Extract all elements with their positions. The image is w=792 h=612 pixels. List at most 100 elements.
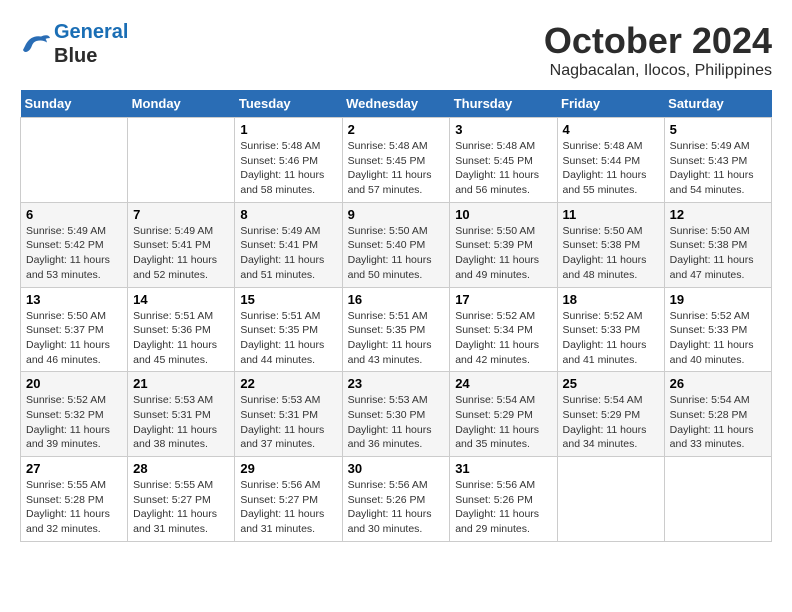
day-cell: 25 Sunrise: 5:54 AMSunset: 5:29 PMDayligh… <box>557 372 664 457</box>
day-number: 22 <box>240 376 336 391</box>
day-cell <box>21 118 128 203</box>
day-detail: Sunrise: 5:52 AMSunset: 5:33 PMDaylight:… <box>670 309 766 368</box>
day-cell: 9Sunrise: 5:50 AMSunset: 5:40 PMDaylight… <box>342 202 450 287</box>
day-cell: 5 Sunrise: 5:49 AMSunset: 5:43 PMDaylight… <box>664 118 771 203</box>
day-cell: 26 Sunrise: 5:54 AMSunset: 5:28 PMDayligh… <box>664 372 771 457</box>
day-number: 21 <box>133 376 229 391</box>
day-detail: Sunrise: 5:49 AMSunset: 5:41 PMDaylight:… <box>133 224 229 283</box>
day-number: 14 <box>133 292 229 307</box>
day-cell: 1 Sunrise: 5:48 AMSunset: 5:46 PMDaylight… <box>235 118 342 203</box>
day-number: 19 <box>670 292 766 307</box>
week-row-5: 27 Sunrise: 5:55 AMSunset: 5:28 PMDayligh… <box>21 457 772 542</box>
day-detail: Sunrise: 5:52 AMSunset: 5:32 PMDaylight:… <box>26 393 122 452</box>
day-number: 12 <box>670 207 766 222</box>
day-cell <box>557 457 664 542</box>
day-number: 18 <box>563 292 659 307</box>
day-number: 16 <box>348 292 445 307</box>
col-header-saturday: Saturday <box>664 90 771 118</box>
day-cell: 3 Sunrise: 5:48 AMSunset: 5:45 PMDaylight… <box>450 118 557 203</box>
day-cell: 18Sunrise: 5:52 AMSunset: 5:33 PMDayligh… <box>557 287 664 372</box>
day-number: 5 <box>670 122 766 137</box>
day-cell: 2Sunrise: 5:48 AMSunset: 5:45 PMDaylight… <box>342 118 450 203</box>
day-detail: Sunrise: 5:54 AMSunset: 5:29 PMDaylight:… <box>563 393 659 452</box>
day-detail: Sunrise: 5:48 AMSunset: 5:46 PMDaylight:… <box>240 139 336 198</box>
day-number: 1 <box>240 122 336 137</box>
day-detail: Sunrise: 5:55 AMSunset: 5:28 PMDaylight:… <box>26 478 122 537</box>
day-number: 26 <box>670 376 766 391</box>
day-detail: Sunrise: 5:53 AMSunset: 5:31 PMDaylight:… <box>133 393 229 452</box>
day-detail: Sunrise: 5:48 AMSunset: 5:44 PMDaylight:… <box>563 139 659 198</box>
day-cell: 29 Sunrise: 5:56 AMSunset: 5:27 PMDayligh… <box>235 457 342 542</box>
day-detail: Sunrise: 5:49 AMSunset: 5:43 PMDaylight:… <box>670 139 766 198</box>
day-cell: 13Sunrise: 5:50 AMSunset: 5:37 PMDayligh… <box>21 287 128 372</box>
day-detail: Sunrise: 5:53 AMSunset: 5:30 PMDaylight:… <box>348 393 445 452</box>
day-number: 27 <box>26 461 122 476</box>
day-detail: Sunrise: 5:53 AMSunset: 5:31 PMDaylight:… <box>240 393 336 452</box>
day-detail: Sunrise: 5:50 AMSunset: 5:38 PMDaylight:… <box>670 224 766 283</box>
day-detail: Sunrise: 5:48 AMSunset: 5:45 PMDaylight:… <box>455 139 551 198</box>
day-cell: 21 Sunrise: 5:53 AMSunset: 5:31 PMDayligh… <box>128 372 235 457</box>
day-detail: Sunrise: 5:51 AMSunset: 5:35 PMDaylight:… <box>348 309 445 368</box>
day-detail: Sunrise: 5:50 AMSunset: 5:37 PMDaylight:… <box>26 309 122 368</box>
week-row-1: 1 Sunrise: 5:48 AMSunset: 5:46 PMDaylight… <box>21 118 772 203</box>
day-number: 30 <box>348 461 445 476</box>
day-number: 9 <box>348 207 445 222</box>
day-cell: 17Sunrise: 5:52 AMSunset: 5:34 PMDayligh… <box>450 287 557 372</box>
logo: General Blue <box>20 20 128 68</box>
day-cell: 15 Sunrise: 5:51 AMSunset: 5:35 PMDayligh… <box>235 287 342 372</box>
location-subtitle: Nagbacalan, Ilocos, Philippines <box>544 62 772 80</box>
day-number: 4 <box>563 122 659 137</box>
day-detail: Sunrise: 5:49 AMSunset: 5:42 PMDaylight:… <box>26 224 122 283</box>
week-row-3: 13Sunrise: 5:50 AMSunset: 5:37 PMDayligh… <box>21 287 772 372</box>
week-row-2: 6Sunrise: 5:49 AMSunset: 5:42 PMDaylight… <box>21 202 772 287</box>
col-header-monday: Monday <box>128 90 235 118</box>
day-cell: 24Sunrise: 5:54 AMSunset: 5:29 PMDayligh… <box>450 372 557 457</box>
day-cell: 10 Sunrise: 5:50 AMSunset: 5:39 PMDayligh… <box>450 202 557 287</box>
calendar-header-row: SundayMondayTuesdayWednesdayThursdayFrid… <box>21 90 772 118</box>
day-detail: Sunrise: 5:56 AMSunset: 5:27 PMDaylight:… <box>240 478 336 537</box>
day-detail: Sunrise: 5:51 AMSunset: 5:35 PMDaylight:… <box>240 309 336 368</box>
day-cell: 16 Sunrise: 5:51 AMSunset: 5:35 PMDayligh… <box>342 287 450 372</box>
day-detail: Sunrise: 5:49 AMSunset: 5:41 PMDaylight:… <box>240 224 336 283</box>
col-header-thursday: Thursday <box>450 90 557 118</box>
day-detail: Sunrise: 5:48 AMSunset: 5:45 PMDaylight:… <box>348 139 445 198</box>
day-cell: 11Sunrise: 5:50 AMSunset: 5:38 PMDayligh… <box>557 202 664 287</box>
day-cell: 31 Sunrise: 5:56 AMSunset: 5:26 PMDayligh… <box>450 457 557 542</box>
title-block: October 2024 Nagbacalan, Ilocos, Philipp… <box>544 20 772 80</box>
day-cell: 14Sunrise: 5:51 AMSunset: 5:36 PMDayligh… <box>128 287 235 372</box>
logo-icon <box>20 29 50 59</box>
month-title: October 2024 <box>544 20 772 62</box>
day-detail: Sunrise: 5:54 AMSunset: 5:29 PMDaylight:… <box>455 393 551 452</box>
day-cell <box>664 457 771 542</box>
day-cell: 7 Sunrise: 5:49 AMSunset: 5:41 PMDaylight… <box>128 202 235 287</box>
col-header-friday: Friday <box>557 90 664 118</box>
day-number: 25 <box>563 376 659 391</box>
day-number: 29 <box>240 461 336 476</box>
day-cell: 27 Sunrise: 5:55 AMSunset: 5:28 PMDayligh… <box>21 457 128 542</box>
col-header-wednesday: Wednesday <box>342 90 450 118</box>
day-cell: 28Sunrise: 5:55 AMSunset: 5:27 PMDayligh… <box>128 457 235 542</box>
day-number: 10 <box>455 207 551 222</box>
day-number: 31 <box>455 461 551 476</box>
day-number: 15 <box>240 292 336 307</box>
col-header-sunday: Sunday <box>21 90 128 118</box>
day-number: 11 <box>563 207 659 222</box>
day-cell: 30 Sunrise: 5:56 AMSunset: 5:26 PMDayligh… <box>342 457 450 542</box>
day-detail: Sunrise: 5:50 AMSunset: 5:39 PMDaylight:… <box>455 224 551 283</box>
day-cell: 19 Sunrise: 5:52 AMSunset: 5:33 PMDayligh… <box>664 287 771 372</box>
day-number: 7 <box>133 207 229 222</box>
day-detail: Sunrise: 5:56 AMSunset: 5:26 PMDaylight:… <box>348 478 445 537</box>
col-header-tuesday: Tuesday <box>235 90 342 118</box>
day-cell: 22 Sunrise: 5:53 AMSunset: 5:31 PMDayligh… <box>235 372 342 457</box>
day-detail: Sunrise: 5:54 AMSunset: 5:28 PMDaylight:… <box>670 393 766 452</box>
day-number: 17 <box>455 292 551 307</box>
day-detail: Sunrise: 5:56 AMSunset: 5:26 PMDaylight:… <box>455 478 551 537</box>
day-cell: 6Sunrise: 5:49 AMSunset: 5:42 PMDaylight… <box>21 202 128 287</box>
day-cell: 20Sunrise: 5:52 AMSunset: 5:32 PMDayligh… <box>21 372 128 457</box>
page-header: General Blue October 2024 Nagbacalan, Il… <box>20 20 772 80</box>
day-number: 3 <box>455 122 551 137</box>
calendar-table: SundayMondayTuesdayWednesdayThursdayFrid… <box>20 90 772 542</box>
day-number: 8 <box>240 207 336 222</box>
logo-text: General Blue <box>54 20 128 68</box>
day-cell: 12 Sunrise: 5:50 AMSunset: 5:38 PMDayligh… <box>664 202 771 287</box>
